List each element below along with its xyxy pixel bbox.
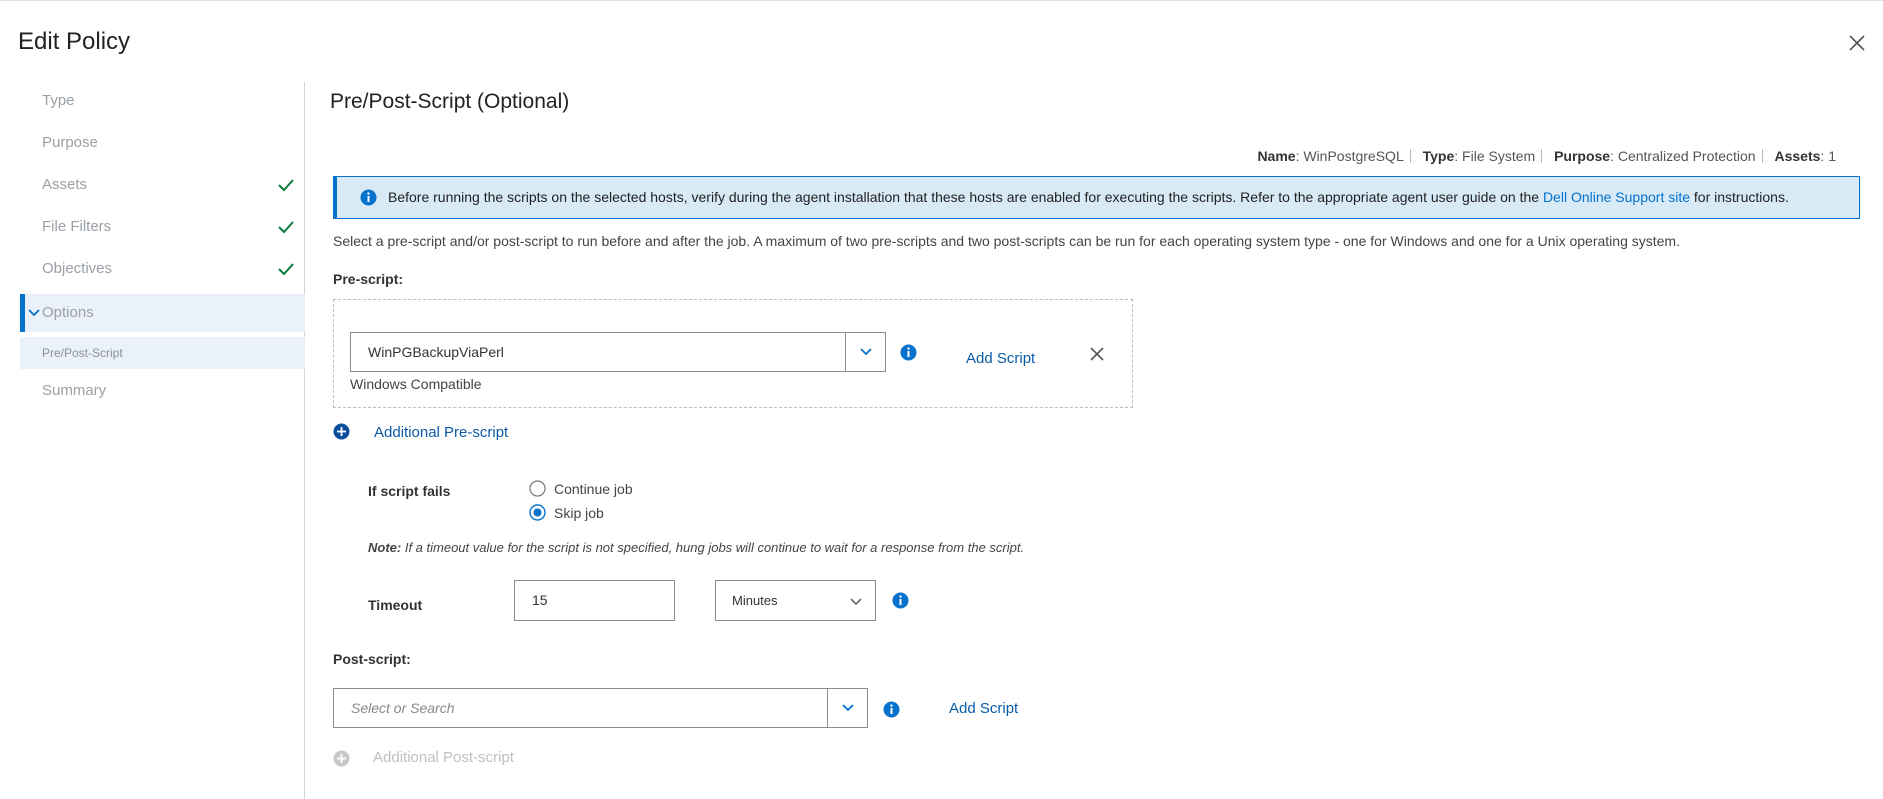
substep-label: Pre/Post-Script [42, 346, 123, 360]
section-title: Pre/Post-Script (Optional) [330, 90, 570, 113]
post-script-label: Post-script: [333, 651, 411, 667]
step-label: Assets [42, 176, 88, 193]
remove-pre-script-icon[interactable] [1088, 345, 1106, 363]
description-text: Select a pre-script and/or post-script t… [333, 233, 1680, 249]
sidebar-step-assets[interactable]: Assets [20, 166, 305, 204]
dropdown-toggle[interactable] [827, 689, 867, 727]
timeout-value: 15 [532, 592, 548, 608]
dropdown-toggle[interactable] [845, 333, 885, 371]
alert-text-after: for instructions. [1690, 189, 1789, 205]
continue-job-label[interactable]: Continue job [554, 481, 633, 497]
info-icon [360, 189, 377, 206]
add-pre-script-button[interactable]: Add Script [966, 350, 1035, 367]
active-indicator [20, 294, 25, 332]
pre-script-selected-value: WinPGBackupViaPerl [368, 344, 504, 360]
skip-job-radio[interactable] [529, 504, 546, 521]
alert-text: Before running the scripts on the select… [388, 189, 1789, 205]
dialog-title: Edit Policy [18, 28, 131, 55]
timeout-unit-value: Minutes [732, 593, 778, 608]
pre-script-select[interactable]: WinPGBackupViaPerl [350, 332, 886, 372]
checkmark-icon [278, 179, 294, 192]
step-label: Objectives [42, 260, 113, 277]
step-label: File Filters [42, 218, 112, 235]
chevron-down-icon [860, 348, 872, 356]
info-icon[interactable] [883, 701, 900, 718]
checkmark-icon [278, 263, 294, 276]
sidebar-step-summary[interactable]: Summary [20, 372, 305, 410]
summary-type-value: File System [1462, 148, 1536, 164]
wizard-sidebar: Type Purpose Assets File Filters Objecti… [0, 82, 305, 799]
sidebar-substep-pre-post-script[interactable]: Pre/Post-Script [20, 337, 305, 369]
alert-text-before: Before running the scripts on the select… [388, 189, 1543, 205]
checkmark-icon [278, 221, 294, 234]
step-label: Summary [42, 382, 107, 399]
pre-script-label: Pre-script: [333, 271, 404, 287]
info-icon[interactable] [892, 592, 909, 609]
chevron-down-icon [28, 309, 40, 317]
dell-online-support-link[interactable]: Dell Online Support site [1543, 189, 1690, 205]
if-script-fails-label: If script fails [368, 483, 451, 499]
sidebar-step-objectives[interactable]: Objectives [20, 250, 305, 288]
info-alert: Before running the scripts on the select… [333, 176, 1860, 219]
continue-job-radio[interactable] [529, 480, 546, 497]
summary-name-label: Name [1257, 148, 1296, 164]
add-post-script-button[interactable]: Add Script [949, 700, 1018, 717]
summary-name-value: WinPostgreSQL [1303, 148, 1404, 164]
info-icon[interactable] [900, 344, 917, 361]
note-prefix: Note: [368, 540, 402, 555]
sidebar-step-type[interactable]: Type [20, 82, 305, 120]
note-text: If a timeout value for the script is not… [401, 540, 1025, 555]
post-script-placeholder: Select or Search [351, 700, 455, 716]
close-icon [1849, 35, 1865, 51]
chevron-down-icon [850, 598, 862, 606]
pre-script-compatibility: Windows Compatible [350, 376, 482, 392]
summary-assets-value: 1 [1828, 148, 1836, 164]
step-label: Type [42, 92, 75, 109]
skip-job-label[interactable]: Skip job [554, 505, 604, 521]
sidebar-step-file-filters[interactable]: File Filters [20, 208, 305, 246]
timeout-note: Note: If a timeout value for the script … [368, 540, 1024, 555]
policy-summary: Name: WinPostgreSQL Type: File System Pu… [1257, 148, 1836, 164]
additional-post-script-button[interactable]: Additional Post-script [373, 749, 514, 766]
timeout-unit-select[interactable]: Minutes [715, 580, 876, 621]
step-label: Options [42, 304, 94, 321]
timeout-label: Timeout [368, 597, 423, 613]
summary-assets-label: Assets [1774, 148, 1821, 164]
summary-purpose-value: Centralized Protection [1617, 148, 1756, 164]
plus-circle-icon[interactable] [333, 423, 350, 440]
sidebar-step-purpose[interactable]: Purpose [20, 124, 305, 162]
close-button[interactable] [1846, 32, 1868, 54]
plus-circle-icon [333, 750, 350, 767]
timeout-input[interactable]: 15 [514, 580, 675, 621]
additional-pre-script-button[interactable]: Additional Pre-script [374, 424, 508, 441]
sidebar-step-options[interactable]: Options [20, 294, 305, 332]
summary-purpose-label: Purpose [1554, 148, 1611, 164]
summary-type-label: Type [1422, 148, 1455, 164]
post-script-select[interactable]: Select or Search [333, 688, 868, 728]
step-label: Purpose [42, 134, 98, 151]
top-divider [0, 0, 1883, 1]
chevron-down-icon [842, 704, 854, 712]
